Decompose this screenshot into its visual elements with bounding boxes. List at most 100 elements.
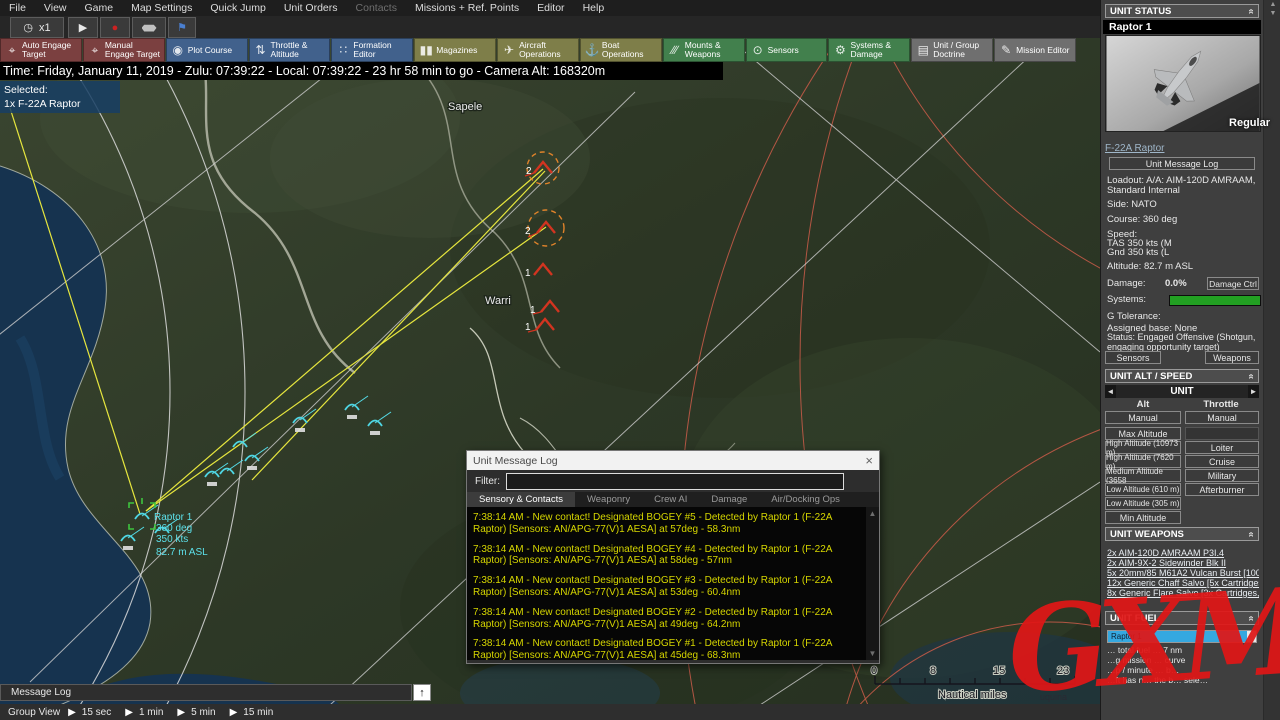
tab-sensory-contacts[interactable]: Sensory & Contacts	[467, 492, 575, 507]
unit-status-header[interactable]: UNIT STATUS »	[1105, 4, 1259, 18]
loadout-text: Loadout: A/A: AIM-120D AMRAAM, Standard …	[1107, 175, 1256, 197]
menu-missions-ref-points[interactable]: Missions + Ref. Points	[406, 2, 528, 14]
fuel-text-line: …p / minute … b…	[1107, 665, 1180, 675]
throttle-military-button[interactable]: Military	[1185, 469, 1259, 482]
app-window: 2 2 1 1 1 Raptor 1 360 deg 350 kts 82.7 …	[0, 0, 1280, 720]
log-message: 7:38:14 AM - New contact! Designated BOG…	[473, 575, 832, 598]
menu-unit-orders[interactable]: Unit Orders	[275, 2, 347, 14]
bookmark-button[interactable]: ⚑	[168, 17, 196, 38]
menu-view[interactable]: View	[35, 2, 76, 14]
alt-medium-button[interactable]: Medium Altitude (3658	[1105, 467, 1181, 485]
sensors-panel-button[interactable]: Sensors	[1105, 351, 1161, 364]
menu-editor[interactable]: Editor	[528, 2, 573, 14]
dialog-title-bar[interactable]: Unit Message Log ×	[467, 451, 879, 470]
throttle-afterburner-button[interactable]: Afterburner	[1185, 483, 1259, 496]
close-icon[interactable]: ×	[865, 453, 873, 468]
unit-message-log-button[interactable]: Unit Message Log	[1109, 157, 1255, 170]
message-log-bar[interactable]: Message Log	[0, 684, 412, 701]
alt-min-button[interactable]: Min Altitude	[1105, 511, 1181, 524]
unit-group-doctrine-button[interactable]: ▤ Unit / Group Doctrine	[911, 38, 994, 62]
message-log-label: Message Log	[11, 687, 72, 698]
weapon-link-sidewinder[interactable]: 2x AIM-9X-2 Sidewinder Blk II	[1107, 558, 1259, 568]
record-button[interactable]: ●	[100, 17, 130, 38]
plot-course-button[interactable]: ◉ Plot Course	[165, 38, 248, 62]
svg-text:2: 2	[526, 166, 532, 177]
next-icon[interactable]: ►	[1248, 385, 1259, 398]
manual-engage-target-button[interactable]: ⌖ Manual Engage Target	[82, 38, 165, 62]
throttle-cruise-button[interactable]: Cruise	[1185, 455, 1259, 468]
weapon-link-flare[interactable]: 8x Generic Flare Salvo [3x Cartridges, D…	[1107, 588, 1259, 598]
tab-crew-ai[interactable]: Crew AI	[642, 492, 699, 507]
unit-alt-speed-header[interactable]: UNIT ALT / SPEED »	[1105, 369, 1259, 383]
systems-damage-button[interactable]: ⚙ Systems & Damage	[828, 38, 911, 62]
time-control-bar: ◷ x1 ▶ ● ⚑	[0, 16, 1100, 38]
menu-game[interactable]: Game	[76, 2, 123, 14]
menu-quick-jump[interactable]: Quick Jump	[201, 2, 274, 14]
sensors-button[interactable]: ⊙ Sensors	[745, 38, 828, 62]
time-step-5min[interactable]: ▶ 5 min	[177, 707, 215, 718]
time-step-15sec[interactable]: ▶ 15 sec	[68, 707, 111, 718]
collapse-icon[interactable]: »	[1246, 615, 1257, 621]
tab-damage[interactable]: Damage	[699, 492, 759, 507]
scroll-up-icon[interactable]: ▲	[869, 509, 877, 518]
record-icon: ●	[111, 21, 119, 34]
boat-operations-button[interactable]: ⚓ Boat Operations	[579, 38, 662, 62]
ferry-button[interactable]	[132, 17, 166, 38]
filter-input[interactable]	[506, 472, 844, 490]
weapon-link-chaff[interactable]: 12x Generic Chaff Salvo [5x Cartridges]	[1107, 578, 1259, 588]
partial-place-label: uquina	[1040, 692, 1067, 702]
throttle-loiter-button[interactable]: Loiter	[1185, 441, 1259, 454]
scroll-down-icon[interactable]: ▼	[869, 649, 877, 658]
weapon-link-vulcan[interactable]: 5x 20mm/85 M61A2 Vulcan Burst [100 rnds	[1107, 568, 1259, 578]
alt-low-610-button[interactable]: Low Altitude (610 m)	[1105, 483, 1181, 496]
log-message: 7:38:14 AM - New contact! Designated BOG…	[473, 512, 832, 535]
menu-file[interactable]: File	[0, 2, 35, 14]
message-scrollbar[interactable]: ▲ ▼	[866, 507, 879, 660]
auto-engage-target-button[interactable]: ⌖ Auto Engage Target	[0, 38, 82, 62]
aircraft-operations-button[interactable]: ✈ Aircraft Operations	[497, 38, 579, 62]
throttle-altitude-button[interactable]: ⇅ Throttle & Altitude	[248, 38, 331, 62]
alt-manual-button[interactable]: Manual	[1105, 411, 1181, 424]
tab-air-docking-ops[interactable]: Air/Docking Ops	[759, 492, 852, 507]
menu-map-settings[interactable]: Map Settings	[122, 2, 201, 14]
expand-message-log-button[interactable]: ↑	[413, 684, 431, 701]
systems-icon: ⚙	[835, 42, 846, 57]
header-label: UNIT WEAPONS	[1110, 528, 1184, 540]
time-step-1min[interactable]: ▶ 1 min	[125, 707, 163, 718]
svg-text:Warri: Warri	[485, 295, 511, 307]
collapse-icon[interactable]: »	[1246, 8, 1257, 14]
flag-icon: ⚑	[177, 22, 187, 34]
svg-text:15: 15	[993, 665, 1005, 677]
time-compression-control[interactable]: ◷ x1	[10, 17, 64, 38]
play-button[interactable]: ▶	[68, 17, 98, 38]
play-step-icon: ▶	[125, 706, 133, 718]
scroll-up-icon[interactable]: ▲	[1264, 0, 1280, 9]
unit-weapons-header[interactable]: UNIT WEAPONS »	[1105, 527, 1259, 541]
unit-type-link[interactable]: F-22A Raptor	[1105, 143, 1164, 154]
panel-scrollbar[interactable]: ▲ ▼	[1263, 0, 1280, 720]
collapse-icon[interactable]: »	[1246, 373, 1257, 379]
collapse-icon[interactable]: »	[1246, 531, 1257, 537]
unit-fuel-header[interactable]: UNIT FUEL »	[1105, 611, 1259, 625]
header-label: UNIT STATUS	[1110, 5, 1172, 17]
weapons-panel-button[interactable]: Weapons	[1205, 351, 1259, 364]
toolbar-label: Systems & Damage	[850, 40, 892, 59]
throttle-manual-button[interactable]: Manual	[1185, 411, 1259, 424]
mission-editor-button[interactable]: ✎ Mission Editor	[994, 38, 1076, 62]
weapon-link-amraam[interactable]: 2x AIM-120D AMRAAM P3I.4	[1107, 548, 1259, 558]
toolbar-label: Auto Engage Target	[22, 40, 72, 59]
scroll-down-icon[interactable]: ▼	[1264, 9, 1280, 18]
scope-label: UNIT	[1170, 386, 1194, 397]
magazines-button[interactable]: ▮▮ Magazines	[414, 38, 497, 62]
mounts-weapons-button[interactable]: ∕∕∕ Mounts & Weapons	[662, 38, 745, 62]
damage-ctrl-button[interactable]: Damage Ctrl	[1207, 277, 1259, 290]
svg-text:23: 23	[1057, 665, 1069, 677]
alt-low-305-button[interactable]: Low Altitude (305 m)	[1105, 497, 1181, 510]
prev-icon[interactable]: ◄	[1105, 385, 1116, 398]
time-status-text: Time: Friday, January 11, 2019 - Zulu: 0…	[3, 64, 606, 78]
formation-editor-button[interactable]: ∷ Formation Editor	[331, 38, 414, 62]
fuel-text-line: … total fuel … 7 nm	[1107, 645, 1183, 655]
time-step-15min[interactable]: ▶ 15 min	[230, 707, 274, 718]
menu-help[interactable]: Help	[574, 2, 614, 14]
tab-weaponry[interactable]: Weaponry	[575, 492, 642, 507]
